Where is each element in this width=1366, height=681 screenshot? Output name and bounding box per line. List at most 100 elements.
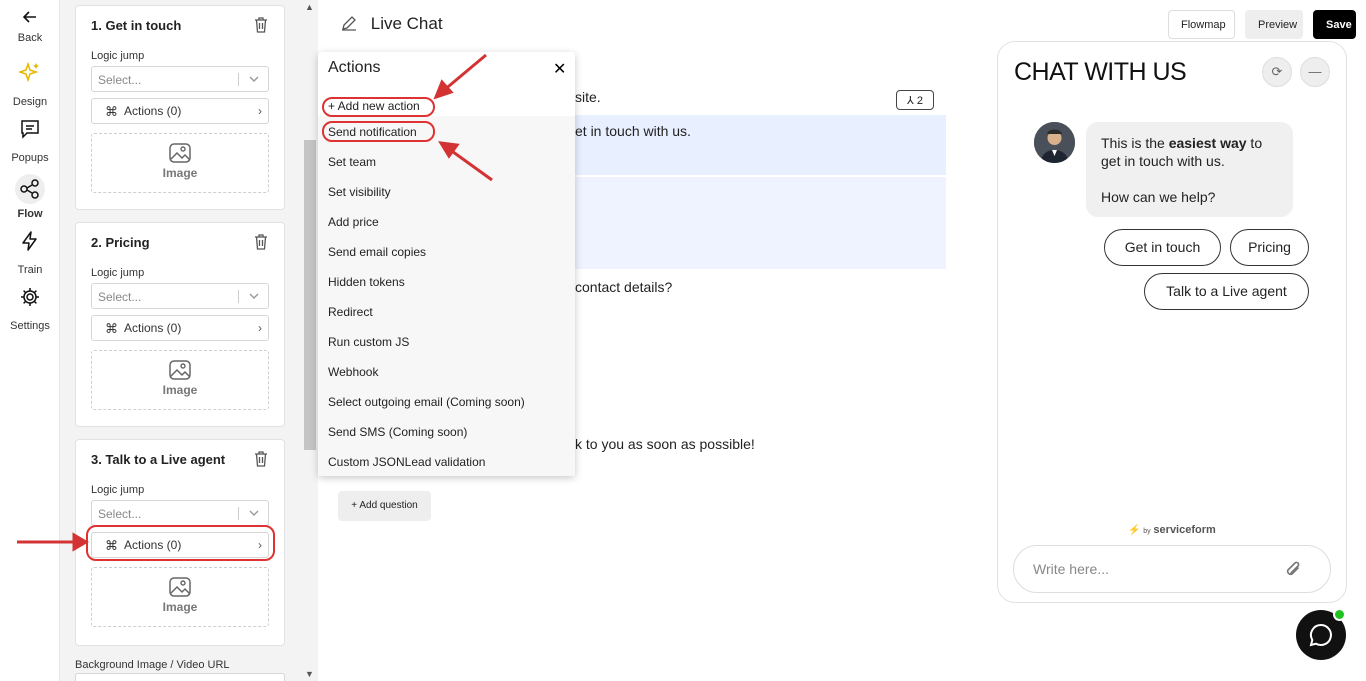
arrow-left-icon <box>15 10 45 28</box>
branch-icon: ⅄ <box>907 95 917 107</box>
scrollbar-thumb[interactable] <box>304 140 316 450</box>
action-item-set-team[interactable]: Set team <box>328 155 376 169</box>
scroll-up-icon[interactable]: ▲ <box>305 2 314 12</box>
highlight-band <box>571 177 946 269</box>
action-item-select-outgoing-email[interactable]: Select outgoing email (Coming soon) <box>328 395 525 409</box>
rail-item-flow[interactable]: Flow <box>0 174 60 220</box>
editor-text[interactable]: site. <box>575 89 601 105</box>
branch-badge[interactable]: ⅄ 2 <box>896 90 934 110</box>
actions-button[interactable]: ⌘ Actions (0) › <box>91 532 269 558</box>
rail-item-settings[interactable]: Settings <box>0 286 60 332</box>
actions-label: Actions (0) <box>124 321 182 335</box>
logic-jump-select[interactable]: Select... <box>91 283 269 309</box>
close-icon[interactable]: ✕ <box>553 59 566 79</box>
chevron-down-icon <box>248 73 260 85</box>
question-card: 3. Talk to a Live agent Logic jump Selec… <box>75 439 285 646</box>
avatar <box>1034 122 1075 163</box>
action-item-set-visibility[interactable]: Set visibility <box>328 185 391 199</box>
editor-text[interactable]: contact details? <box>575 279 672 295</box>
chat-square-icon <box>15 118 45 148</box>
rail-label-train: Train <box>17 264 43 276</box>
left-rail: Back Design Popups Flow Train Settings <box>0 0 60 681</box>
save-button[interactable]: Save <box>1313 10 1356 39</box>
chat-widget-preview: CHAT WITH US ⟳ — This is the easiest way… <box>997 41 1347 603</box>
add-question-button[interactable]: + Add question <box>338 491 431 521</box>
chevron-right-icon: › <box>258 538 262 552</box>
command-icon: ⌘ <box>105 104 118 119</box>
preview-button[interactable]: Preview <box>1245 10 1303 39</box>
action-item-add-price[interactable]: Add price <box>328 215 379 229</box>
question-title: 1. Get in touch <box>91 18 182 33</box>
select-placeholder: Select... <box>98 73 142 87</box>
refresh-icon[interactable]: ⟳ <box>1262 57 1292 87</box>
bubble-text-question: How can we help? <box>1101 189 1216 205</box>
back-label: Back <box>17 32 43 44</box>
logic-jump-label: Logic jump <box>91 267 145 279</box>
image-upload[interactable]: Image <box>91 567 269 627</box>
rail-label-design: Design <box>12 96 48 108</box>
questions-panel: 1. Get in touch Logic jump Select... ⌘ A… <box>60 0 302 681</box>
page-title[interactable]: Live Chat <box>340 14 443 34</box>
action-item-webhook[interactable]: Webhook <box>328 365 378 379</box>
rail-label-settings: Settings <box>10 320 50 332</box>
actions-button[interactable]: ⌘ Actions (0) › <box>91 315 269 341</box>
logic-jump-label: Logic jump <box>91 50 145 62</box>
back-button[interactable]: Back <box>0 10 60 44</box>
editor-text[interactable]: et in touch with us. <box>575 123 691 139</box>
action-item-send-sms[interactable]: Send SMS (Coming soon) <box>328 425 467 439</box>
minimize-icon[interactable]: — <box>1300 57 1330 87</box>
image-upload[interactable]: Image <box>91 350 269 410</box>
action-item-send-email-copies[interactable]: Send email copies <box>328 245 426 259</box>
logic-jump-select[interactable]: Select... <box>91 500 269 526</box>
bolt-icon <box>15 230 45 260</box>
trash-icon[interactable] <box>252 450 270 468</box>
image-label: Image <box>162 166 198 180</box>
rail-item-train[interactable]: Train <box>0 230 60 276</box>
online-indicator <box>1333 608 1346 621</box>
select-placeholder: Select... <box>98 290 142 304</box>
command-icon: ⌘ <box>105 538 118 553</box>
question-title: 3. Talk to a Live agent <box>91 452 226 467</box>
chat-bubble-icon <box>1309 623 1332 647</box>
image-icon <box>168 576 192 598</box>
scroll-down-icon[interactable]: ▼ <box>305 669 314 679</box>
action-item-send-notification[interactable]: Send notification <box>328 125 417 139</box>
page-title-text: Live Chat <box>370 14 443 33</box>
logic-jump-select[interactable]: Select... <box>91 66 269 92</box>
action-item-run-custom-js[interactable]: Run custom JS <box>328 335 409 349</box>
quick-reply-pricing[interactable]: Pricing <box>1230 229 1309 266</box>
quick-reply-get-in-touch[interactable]: Get in touch <box>1104 229 1221 266</box>
trash-icon[interactable] <box>252 233 270 251</box>
image-icon <box>168 142 192 164</box>
brand-logo: serviceform <box>1153 524 1216 536</box>
scrollbar[interactable]: ▲ ▼ <box>302 0 318 681</box>
logic-jump-label: Logic jump <box>91 484 145 496</box>
rail-item-design[interactable]: Design <box>0 61 60 108</box>
action-item-hidden-tokens[interactable]: Hidden tokens <box>328 275 405 289</box>
background-url-label: Background Image / Video URL <box>75 659 230 671</box>
image-upload[interactable]: Image <box>91 133 269 193</box>
action-item-custom-json-lead-validation[interactable]: Custom JSONLead validation <box>328 455 485 469</box>
actions-button[interactable]: ⌘ Actions (0) › <box>91 98 269 124</box>
editor-text[interactable]: k to you as soon as possible! <box>575 436 755 452</box>
actions-dropdown: Actions ✕ + Add new action Send notifica… <box>318 52 575 476</box>
action-list: Send notification Set team Set visibilit… <box>318 116 575 476</box>
image-icon <box>168 359 192 381</box>
quick-reply-live-agent[interactable]: Talk to a Live agent <box>1144 273 1309 310</box>
bubble-text-bold: easiest way <box>1168 135 1247 151</box>
branch-count: 2 <box>916 95 923 107</box>
background-url-input[interactable] <box>75 673 285 681</box>
actions-label: Actions (0) <box>124 104 182 118</box>
add-new-action-button[interactable]: + Add new action <box>328 99 420 113</box>
rail-item-popups[interactable]: Popups <box>0 118 60 164</box>
trash-icon[interactable] <box>252 16 270 34</box>
action-item-redirect[interactable]: Redirect <box>328 305 373 319</box>
rail-label-popups: Popups <box>11 152 49 164</box>
bolt-icon: ⚡ <box>1128 525 1141 536</box>
flowmap-button[interactable]: Flowmap <box>1168 10 1235 39</box>
chat-launcher-button[interactable] <box>1296 608 1346 660</box>
app-window: Back Design Popups Flow Train Settings 1… <box>0 0 1366 681</box>
paperclip-icon[interactable] <box>1283 559 1303 581</box>
chevron-right-icon: › <box>258 321 262 335</box>
powered-by: ⚡ by serviceform <box>1128 524 1216 536</box>
